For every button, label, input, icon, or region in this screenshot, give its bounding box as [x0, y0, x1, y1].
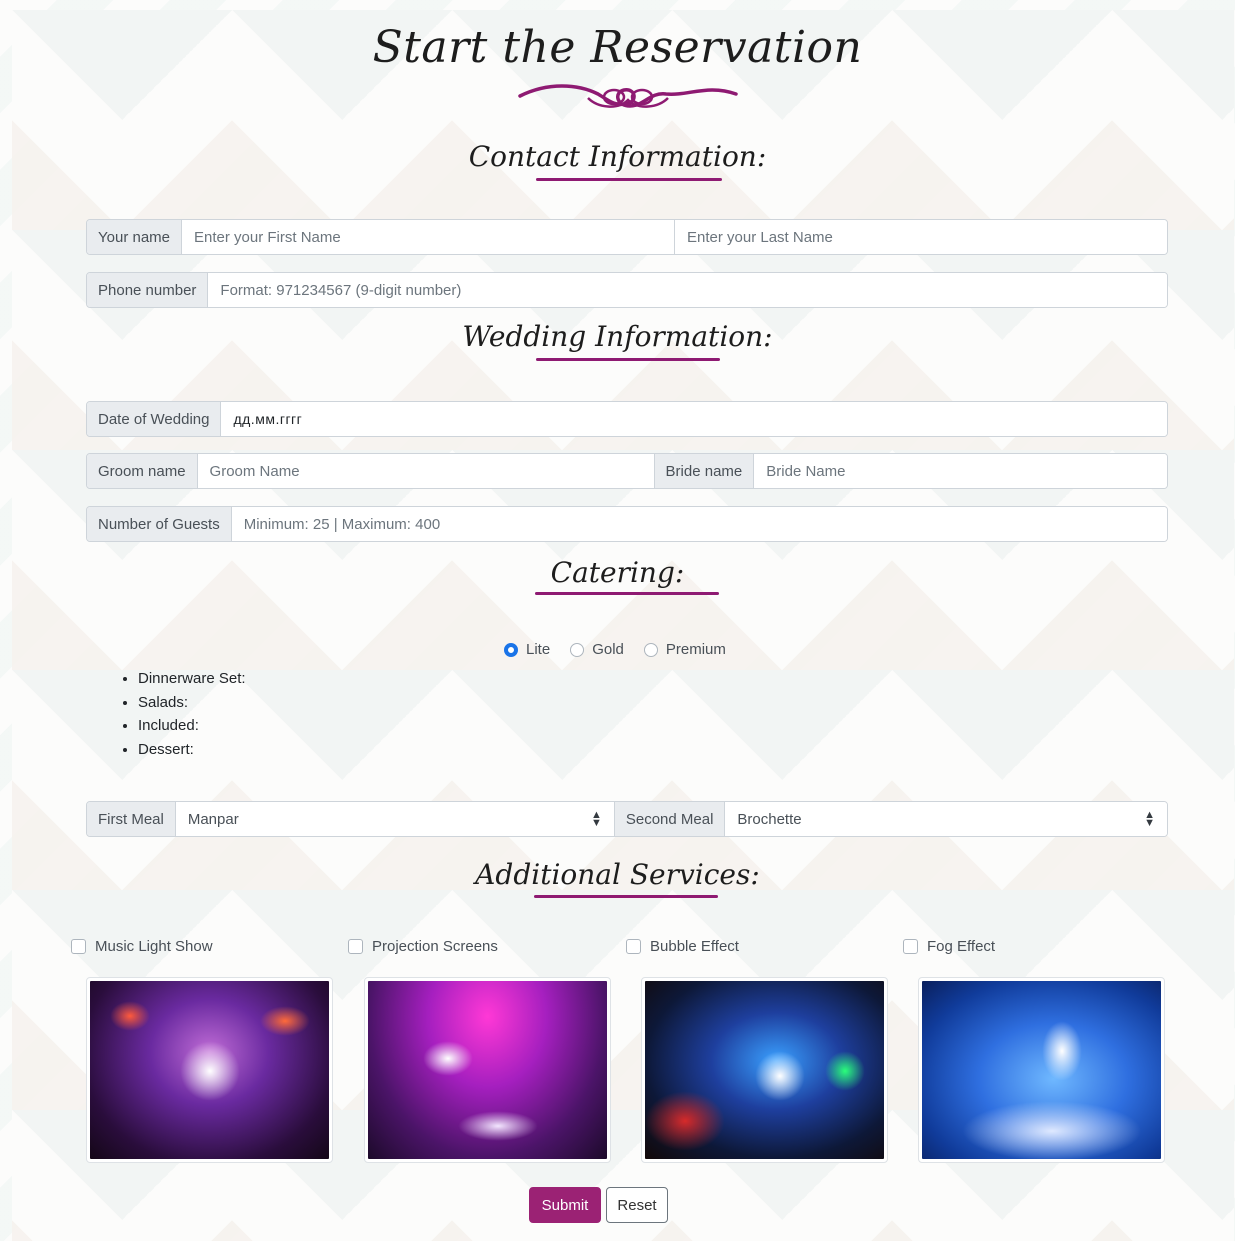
name-label: Your name: [87, 220, 182, 254]
wedding-date-input[interactable]: дд.мм.гггг: [221, 402, 1167, 436]
light-spot: [458, 1111, 538, 1141]
first-meal-label: First Meal: [87, 802, 176, 836]
light-spot: [110, 1001, 150, 1031]
radio-icon[interactable]: [643, 642, 658, 657]
light-spot: [825, 1051, 865, 1091]
reset-button[interactable]: Reset: [606, 1187, 668, 1223]
bride-name-input[interactable]: [754, 454, 1167, 488]
section-title-wedding: Wedding Information:: [462, 320, 773, 353]
second-meal-select[interactable]: Brochette ▲ ▼: [725, 802, 1167, 836]
service-projection-screens[interactable]: Projection Screens: [348, 938, 498, 955]
list-item: Included:: [138, 714, 246, 738]
banquet-hall-photo: [364, 977, 611, 1163]
first-meal-select[interactable]: Manpar ▲ ▼: [175, 802, 615, 836]
phone-input[interactable]: [208, 273, 1167, 307]
bubble-party-photo: [641, 977, 888, 1163]
radio-lite[interactable]: Lite: [504, 641, 550, 658]
light-spot: [260, 1006, 310, 1036]
meal-input-group: First Meal Manpar ▲ ▼ Second Meal Brochet…: [86, 801, 1168, 837]
page: Start the Reservation Contact Informatio…: [0, 0, 1235, 1241]
checkbox-icon[interactable]: [626, 939, 641, 954]
service-label: Projection Screens: [372, 938, 498, 955]
phone-label: Phone number: [87, 273, 209, 307]
list-item: Salads:: [138, 691, 246, 715]
couple-input-group: Groom name Bride name: [86, 453, 1168, 489]
groom-label: Groom name: [87, 454, 198, 488]
section-underline: [534, 895, 718, 898]
radio-label: Gold: [592, 641, 624, 658]
flourish-icon: [518, 84, 738, 108]
bubble-effect-image: [645, 981, 884, 1159]
page-title: Start the Reservation: [372, 22, 863, 73]
radio-icon[interactable]: [570, 642, 585, 657]
radio-selected-icon[interactable]: [504, 642, 518, 657]
projection-screens-image: [368, 981, 607, 1159]
section-title-contact: Contact Information:: [468, 140, 767, 173]
light-spot: [1042, 1021, 1082, 1081]
fog-effect-image: [922, 981, 1161, 1159]
concert-stage-photo: [86, 977, 333, 1163]
light-spot: [423, 1041, 473, 1076]
name-input-group: Your name: [86, 219, 1168, 255]
radio-label: Lite: [526, 641, 551, 658]
guests-input-group: Number of Guests: [86, 506, 1168, 542]
second-meal-value: Brochette: [737, 810, 802, 828]
service-music-light-show[interactable]: Music Light Show: [71, 938, 213, 955]
fog-cloud: [962, 1101, 1142, 1159]
bride-label: Bride name: [654, 454, 755, 488]
select-arrows-icon: ▲ ▼: [1144, 809, 1155, 829]
section-title-catering: Catering:: [550, 556, 685, 589]
radio-label: Premium: [665, 641, 726, 658]
first-name-input[interactable]: [182, 220, 675, 254]
light-spot: [755, 1051, 805, 1101]
guests-input[interactable]: [231, 507, 1167, 541]
service-fog-effect[interactable]: Fog Effect: [903, 938, 995, 955]
last-name-input[interactable]: [675, 220, 1167, 254]
phone-input-group: Phone number: [86, 272, 1168, 308]
reservation-form: Start the Reservation Contact Informatio…: [0, 0, 1235, 1241]
service-label: Bubble Effect: [650, 938, 739, 955]
first-meal-value: Manpar: [187, 810, 239, 828]
submit-button[interactable]: Submit: [529, 1187, 601, 1223]
section-underline: [535, 592, 719, 595]
wedding-dance-fog-photo: [918, 977, 1165, 1163]
section-underline: [536, 178, 722, 181]
section-underline: [536, 358, 720, 361]
service-bubble-effect[interactable]: Bubble Effect: [626, 938, 739, 955]
select-arrows-icon: ▲ ▼: [590, 809, 602, 829]
music-light-show-image: [90, 981, 329, 1159]
service-label: Music Light Show: [95, 938, 213, 955]
date-input-group: Date of Wedding дд.мм.гггг: [86, 401, 1168, 437]
checkbox-icon[interactable]: [71, 939, 86, 954]
guests-label: Number of Guests: [87, 507, 232, 541]
second-meal-label: Second Meal: [614, 802, 726, 836]
radio-gold[interactable]: Gold: [570, 641, 624, 658]
catering-options: Lite Gold Premium: [504, 641, 726, 658]
groom-name-input[interactable]: [197, 454, 655, 488]
catering-details: Dinnerware Set: Salads: Included: Desser…: [118, 667, 246, 761]
checkbox-icon[interactable]: [348, 939, 363, 954]
service-label: Fog Effect: [927, 938, 996, 955]
date-label: Date of Wedding: [87, 402, 222, 436]
radio-premium[interactable]: Premium: [643, 641, 726, 658]
section-title-additional: Additional Services:: [475, 858, 760, 891]
list-item: Dessert:: [138, 738, 246, 762]
light-spot: [645, 1091, 725, 1151]
light-spot: [180, 1041, 240, 1101]
checkbox-icon[interactable]: [903, 939, 918, 954]
list-item: Dinnerware Set:: [138, 667, 246, 691]
